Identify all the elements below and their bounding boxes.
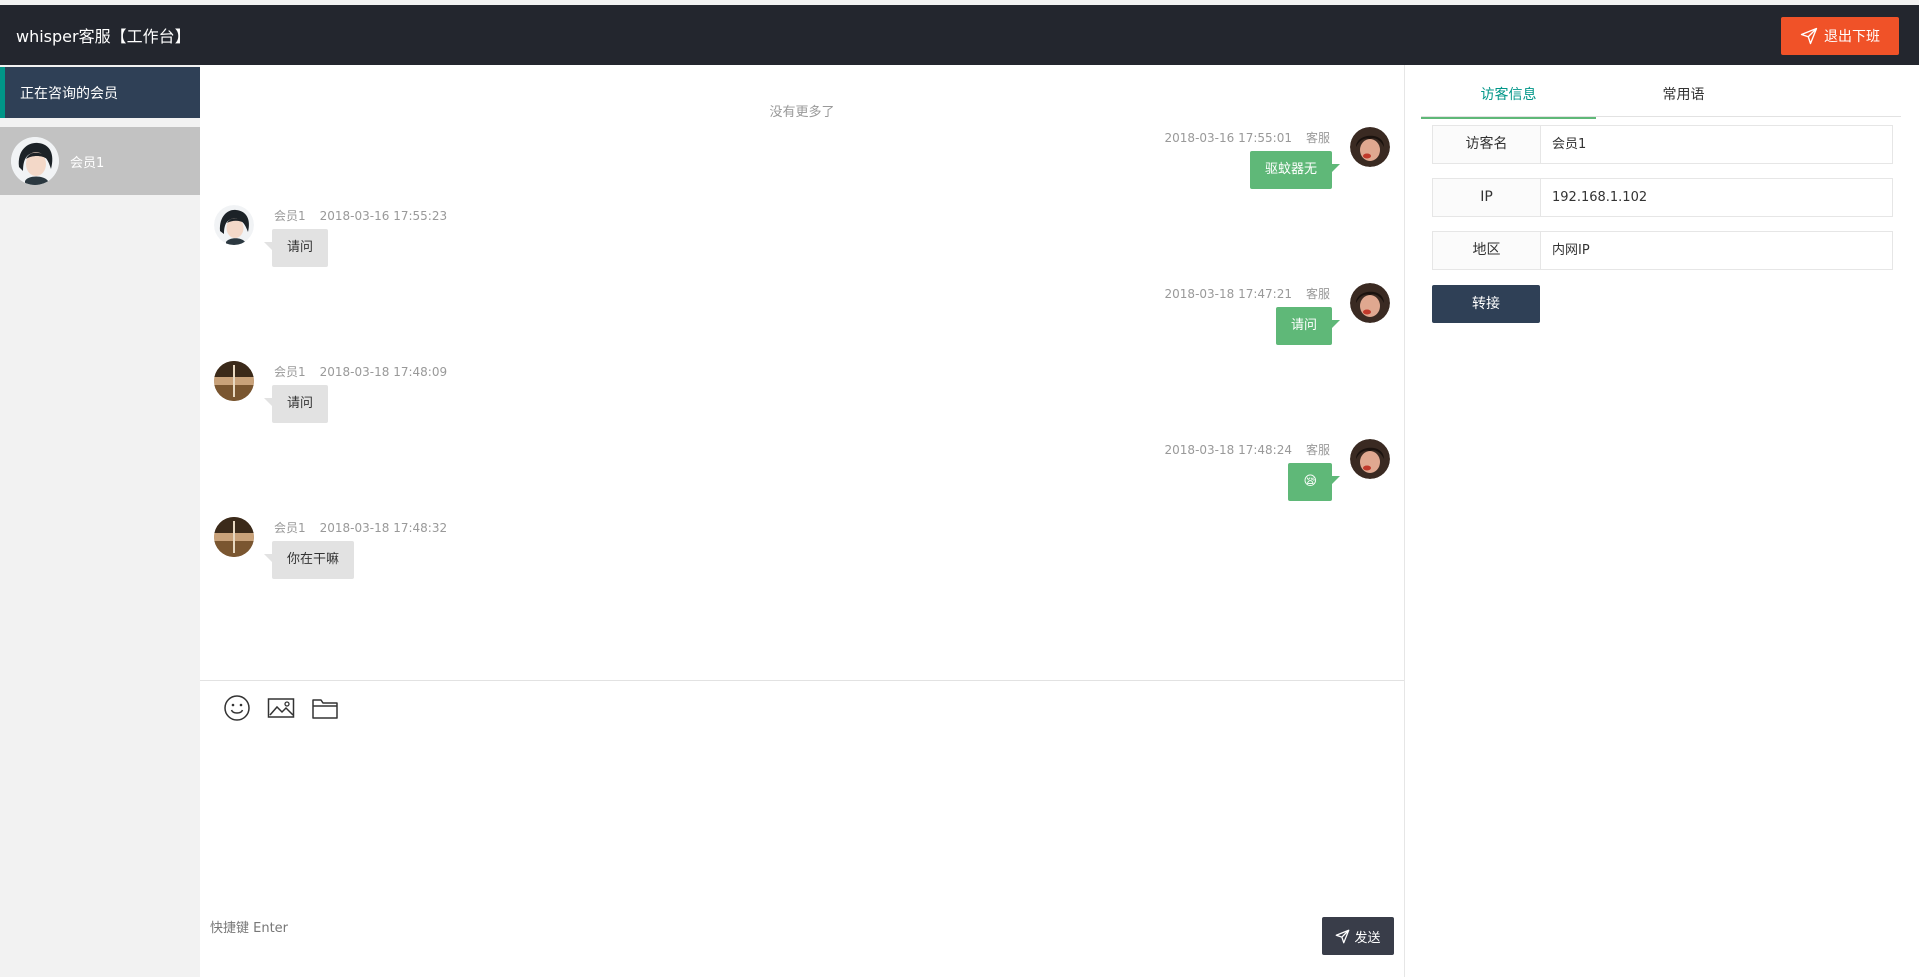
visitor-region-row: 地区 内网IP bbox=[1432, 231, 1893, 270]
message-meta: 2018-03-16 17:55:01 客服 bbox=[1151, 129, 1330, 146]
visitor-avatar bbox=[214, 361, 254, 401]
visitor-ip-value: 192.168.1.102 bbox=[1552, 190, 1648, 205]
app-title: whisper客服【工作台】 bbox=[16, 27, 191, 46]
agent-avatar bbox=[1350, 439, 1390, 479]
send-button[interactable]: 发送 bbox=[1322, 917, 1394, 955]
message-meta: 2018-03-18 17:48:24 客服 bbox=[1151, 441, 1330, 458]
message-sender: 会员1 bbox=[274, 521, 306, 535]
message-time: 2018-03-18 17:47:21 bbox=[1164, 287, 1292, 301]
message-sender: 会员1 bbox=[274, 209, 306, 223]
message-meta: 会员1 2018-03-16 17:55:23 bbox=[274, 207, 461, 224]
message-bubble: 😪 bbox=[1288, 463, 1340, 501]
message-bubble: 驱蚊器无 bbox=[1249, 151, 1341, 189]
visitor-avatar bbox=[214, 205, 254, 245]
chat-message: 会员1 2018-03-18 17:48:09 请问 bbox=[214, 361, 714, 427]
agent-avatar bbox=[1350, 283, 1390, 323]
member-list-item[interactable]: 会员1 bbox=[0, 127, 200, 195]
image-icon bbox=[267, 698, 295, 718]
paper-plane-icon bbox=[1336, 929, 1350, 943]
image-upload-button[interactable] bbox=[266, 693, 296, 723]
transfer-button[interactable]: 转接 bbox=[1432, 285, 1540, 323]
visitor-panel: 访客信息 常用语 访客名 会员1 IP 192.168.1.102 地区 内网I… bbox=[1405, 65, 1919, 977]
chat-message: 2018-03-18 17:47:21 客服 请问 bbox=[890, 283, 1390, 349]
chat-message: 会员1 2018-03-18 17:48:32 你在干嘛 bbox=[214, 517, 714, 583]
sidebar: 正在咨询的会员 会员1 bbox=[0, 65, 200, 977]
message-time: 2018-03-18 17:48:24 bbox=[1164, 443, 1292, 457]
message-meta: 会员1 2018-03-18 17:48:32 bbox=[274, 519, 461, 536]
message-composer: 快捷键 Enter 发送 bbox=[200, 681, 1404, 977]
composer-toolbar bbox=[222, 693, 340, 723]
top-header: whisper客服【工作台】 退出下班 bbox=[0, 5, 1919, 65]
message-input[interactable] bbox=[208, 733, 1388, 883]
message-bubble: 请问 bbox=[263, 385, 329, 423]
visitor-ip-label: IP bbox=[1433, 179, 1541, 216]
visitor-region-label: 地区 bbox=[1433, 232, 1541, 269]
chat-messages[interactable]: 没有更多了 2018-03-16 17:55:01 客服 驱蚊器无 会员1 2018… bbox=[200, 65, 1404, 680]
tab-common-phrases[interactable]: 常用语 bbox=[1596, 79, 1771, 117]
logout-label: 退出下班 bbox=[1824, 29, 1880, 45]
visitor-region-value: 内网IP bbox=[1552, 243, 1590, 258]
send-label: 发送 bbox=[1354, 930, 1381, 946]
message-meta: 2018-03-18 17:47:21 客服 bbox=[1151, 285, 1330, 302]
visitor-name-label: 访客名 bbox=[1433, 126, 1541, 163]
visitor-ip-row: IP 192.168.1.102 bbox=[1432, 178, 1893, 217]
sidebar-section-title: 正在咨询的会员 bbox=[0, 67, 200, 118]
agent-avatar bbox=[1350, 127, 1390, 167]
file-upload-button[interactable] bbox=[310, 693, 340, 723]
tab-visitor-info[interactable]: 访客信息 bbox=[1421, 79, 1596, 119]
message-bubble: 请问 bbox=[263, 229, 329, 267]
visitor-name-row: 访客名 会员1 bbox=[1432, 125, 1893, 164]
emoji-icon bbox=[224, 695, 250, 721]
message-sender: 客服 bbox=[1305, 131, 1330, 145]
chat-message: 2018-03-18 17:48:24 客服 😪 bbox=[890, 439, 1390, 505]
message-bubble: 请问 bbox=[1275, 307, 1341, 345]
message-bubble: 你在干嘛 bbox=[263, 541, 355, 579]
message-time: 2018-03-18 17:48:32 bbox=[319, 521, 448, 535]
message-time: 2018-03-16 17:55:01 bbox=[1164, 131, 1292, 145]
visitor-name-value: 会员1 bbox=[1552, 137, 1587, 152]
member-avatar bbox=[11, 137, 59, 185]
shortcut-hint: 快捷键 Enter bbox=[210, 921, 289, 936]
no-more-messages: 没有更多了 bbox=[769, 105, 835, 120]
chat-message: 会员1 2018-03-16 17:55:23 请问 bbox=[214, 205, 714, 271]
chat-message: 2018-03-16 17:55:01 客服 驱蚊器无 bbox=[890, 127, 1390, 193]
emoji-button[interactable] bbox=[222, 693, 252, 723]
visitor-avatar bbox=[214, 517, 254, 557]
message-time: 2018-03-16 17:55:23 bbox=[319, 209, 448, 223]
panel-tabs: 访客信息 常用语 bbox=[1421, 79, 1901, 119]
member-name: 会员1 bbox=[70, 156, 105, 171]
message-sender: 客服 bbox=[1305, 443, 1330, 457]
message-time: 2018-03-18 17:48:09 bbox=[319, 365, 448, 379]
message-meta: 会员1 2018-03-18 17:48:09 bbox=[274, 363, 461, 380]
paper-plane-icon bbox=[1800, 27, 1818, 45]
folder-icon bbox=[312, 699, 338, 719]
logout-button[interactable]: 退出下班 bbox=[1781, 17, 1899, 55]
message-sender: 会员1 bbox=[274, 365, 306, 379]
message-sender: 客服 bbox=[1305, 287, 1330, 301]
